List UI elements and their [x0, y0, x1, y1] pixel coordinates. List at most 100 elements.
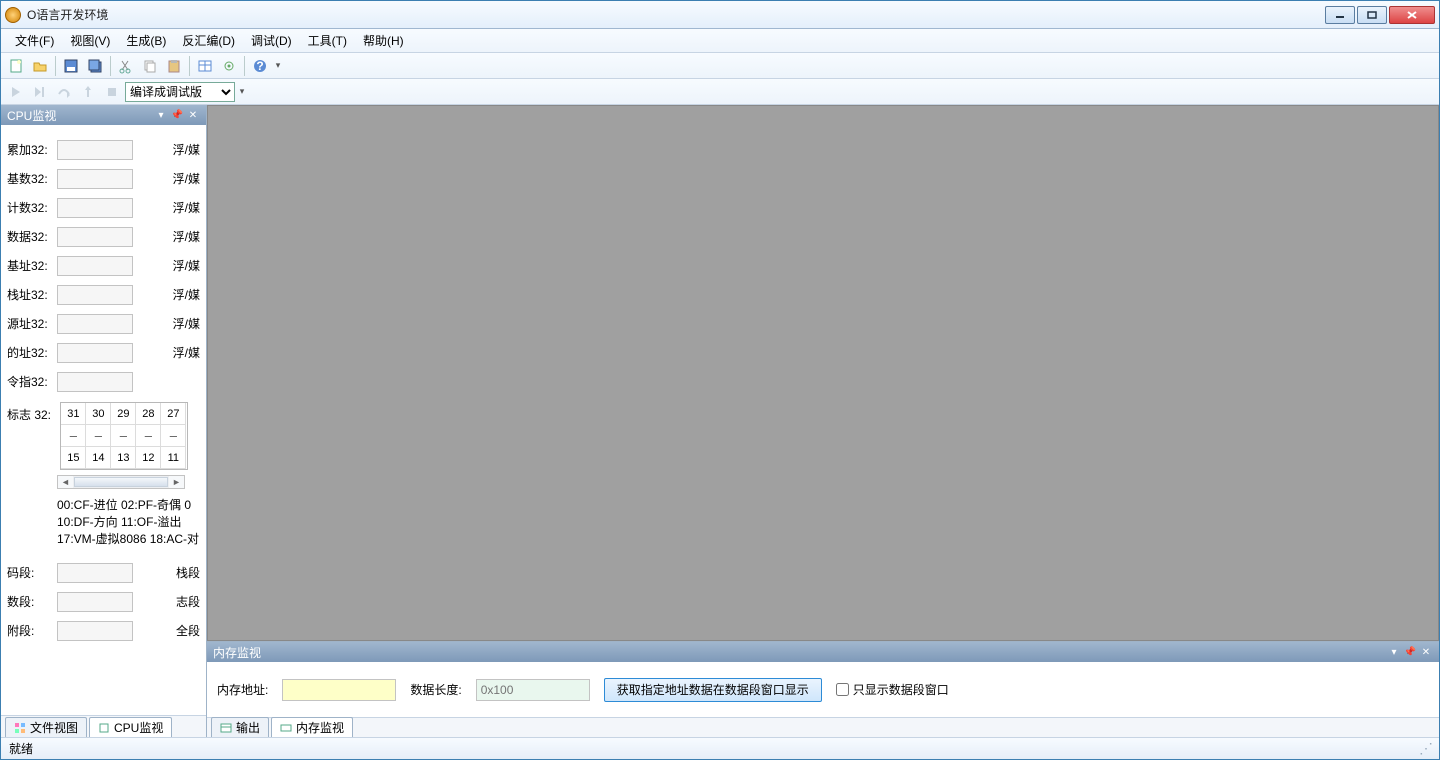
segment-row: 数段: 志段: [7, 587, 200, 616]
memory-icon: [280, 722, 292, 734]
register-float-label: 浮/媒: [160, 286, 200, 303]
register-value-input[interactable]: [57, 140, 133, 160]
register-row: 源址32: 浮/媒: [7, 309, 200, 338]
toolbar-overflow-icon[interactable]: ▾: [273, 56, 283, 76]
new-file-icon[interactable]: [5, 55, 27, 77]
menu-view[interactable]: 视图(V): [62, 29, 118, 52]
save-icon[interactable]: [60, 55, 82, 77]
register-value-input[interactable]: [57, 343, 133, 363]
debug-stepout-icon[interactable]: [77, 81, 99, 103]
segment-right-label: 志段: [160, 593, 200, 610]
memory-panel-title: 内存监视: [213, 644, 261, 661]
flag-bit-header: 29: [111, 403, 136, 425]
register-label: 栈址32:: [7, 286, 57, 303]
build-config-select[interactable]: 编译成调试版: [125, 82, 235, 102]
mem-only-data-checkbox-input[interactable]: [836, 683, 849, 696]
tab-output[interactable]: 输出: [211, 717, 269, 737]
segment-value-input[interactable]: [57, 621, 133, 641]
mem-panel-dropdown-icon[interactable]: ▾: [1387, 645, 1401, 659]
menu-bar: 文件(F) 视图(V) 生成(B) 反汇编(D) 调试(D) 工具(T) 帮助(…: [1, 29, 1439, 53]
cut-icon[interactable]: [115, 55, 137, 77]
toolbar-debug-overflow-icon[interactable]: ▾: [237, 82, 247, 102]
menu-build[interactable]: 生成(B): [118, 29, 174, 52]
paste-icon[interactable]: [163, 55, 185, 77]
debug-step-icon[interactable]: [29, 81, 51, 103]
flag-bit-header: 11: [161, 447, 186, 469]
debug-stop-icon[interactable]: [101, 81, 123, 103]
help-icon[interactable]: ?: [249, 55, 271, 77]
register-row: 计数32: 浮/媒: [7, 193, 200, 222]
register-label: 累加32:: [7, 141, 57, 158]
panel-close-icon[interactable]: ✕: [186, 108, 200, 122]
close-button[interactable]: [1389, 6, 1435, 24]
register-value-input[interactable]: [57, 256, 133, 276]
register-float-label: 浮/媒: [160, 141, 200, 158]
mem-address-label: 内存地址:: [217, 681, 268, 698]
mem-only-data-checkbox[interactable]: 只显示数据段窗口: [836, 681, 949, 698]
panel-pin-icon[interactable]: 📌: [170, 108, 184, 122]
flags-label: 标志 32:: [7, 402, 57, 423]
minimize-button[interactable]: [1325, 6, 1355, 24]
flags-scrollbar[interactable]: ◄ ►: [57, 475, 185, 489]
cpu-panel-header: CPU监视 ▾ 📌 ✕: [1, 105, 206, 125]
mem-fetch-button[interactable]: 获取指定地址数据在数据段窗口显示: [604, 678, 822, 702]
register-value-input[interactable]: [57, 372, 133, 392]
segment-right-label: 栈段: [160, 564, 200, 581]
app-icon: [5, 7, 21, 23]
scroll-thumb[interactable]: [74, 477, 168, 487]
menu-disasm[interactable]: 反汇编(D): [174, 29, 243, 52]
mem-panel-pin-icon[interactable]: 📌: [1403, 645, 1417, 659]
mem-length-input[interactable]: [476, 679, 590, 701]
copy-icon[interactable]: [139, 55, 161, 77]
register-row: 基址32: 浮/媒: [7, 251, 200, 280]
cpu-panel-body: 累加32: 浮/媒基数32: 浮/媒计数32: 浮/媒数据32: 浮/媒基址32…: [1, 125, 206, 715]
segment-value-input[interactable]: [57, 592, 133, 612]
register-value-input[interactable]: [57, 169, 133, 189]
resize-grip-icon[interactable]: ⋰: [1419, 740, 1431, 757]
register-row: 令指32:: [7, 367, 200, 396]
register-value-input[interactable]: [57, 285, 133, 305]
register-value-input[interactable]: [57, 227, 133, 247]
register-float-label: 浮/媒: [160, 170, 200, 187]
tab-memory-monitor[interactable]: 内存监视: [271, 717, 353, 737]
register-label: 基数32:: [7, 170, 57, 187]
scroll-left-icon[interactable]: ◄: [58, 476, 73, 488]
mem-panel-close-icon[interactable]: ✕: [1419, 645, 1433, 659]
save-all-icon[interactable]: [84, 55, 106, 77]
register-value-input[interactable]: [57, 198, 133, 218]
register-row: 基数32: 浮/媒: [7, 164, 200, 193]
memory-panel-header: 内存监视 ▾ 📌 ✕: [207, 642, 1439, 662]
open-folder-icon[interactable]: [29, 55, 51, 77]
register-label: 计数32:: [7, 199, 57, 216]
panel-dropdown-icon[interactable]: ▾: [154, 108, 168, 122]
segment-value-input[interactable]: [57, 563, 133, 583]
scroll-right-icon[interactable]: ►: [169, 476, 184, 488]
flag-bit-value: –: [61, 425, 86, 447]
register-value-input[interactable]: [57, 314, 133, 334]
mem-address-input[interactable]: [282, 679, 396, 701]
maximize-button[interactable]: [1357, 6, 1387, 24]
settings-icon[interactable]: [218, 55, 240, 77]
menu-file[interactable]: 文件(F): [7, 29, 62, 52]
flag-bit-header: 31: [61, 403, 86, 425]
flag-bit-value: –: [161, 425, 186, 447]
tab-cpu-monitor[interactable]: CPU监视: [89, 717, 172, 737]
table-icon[interactable]: [194, 55, 216, 77]
register-label: 数据32:: [7, 228, 57, 245]
cpu-panel-title: CPU监视: [7, 107, 56, 124]
flag-bit-header: 30: [86, 403, 111, 425]
register-float-label: 浮/媒: [160, 199, 200, 216]
debug-start-icon[interactable]: [5, 81, 27, 103]
menu-help[interactable]: 帮助(H): [355, 29, 412, 52]
tab-file-view[interactable]: 文件视图: [5, 717, 87, 737]
debug-stepover-icon[interactable]: [53, 81, 75, 103]
output-icon: [220, 722, 232, 734]
register-label: 的址32:: [7, 344, 57, 361]
menu-debug[interactable]: 调试(D): [243, 29, 300, 52]
register-label: 令指32:: [7, 373, 57, 390]
svg-text:?: ?: [256, 59, 263, 73]
menu-tools[interactable]: 工具(T): [300, 29, 355, 52]
flag-bit-value: –: [86, 425, 111, 447]
flag-bit-header: 27: [161, 403, 186, 425]
segment-right-label: 全段: [160, 622, 200, 639]
